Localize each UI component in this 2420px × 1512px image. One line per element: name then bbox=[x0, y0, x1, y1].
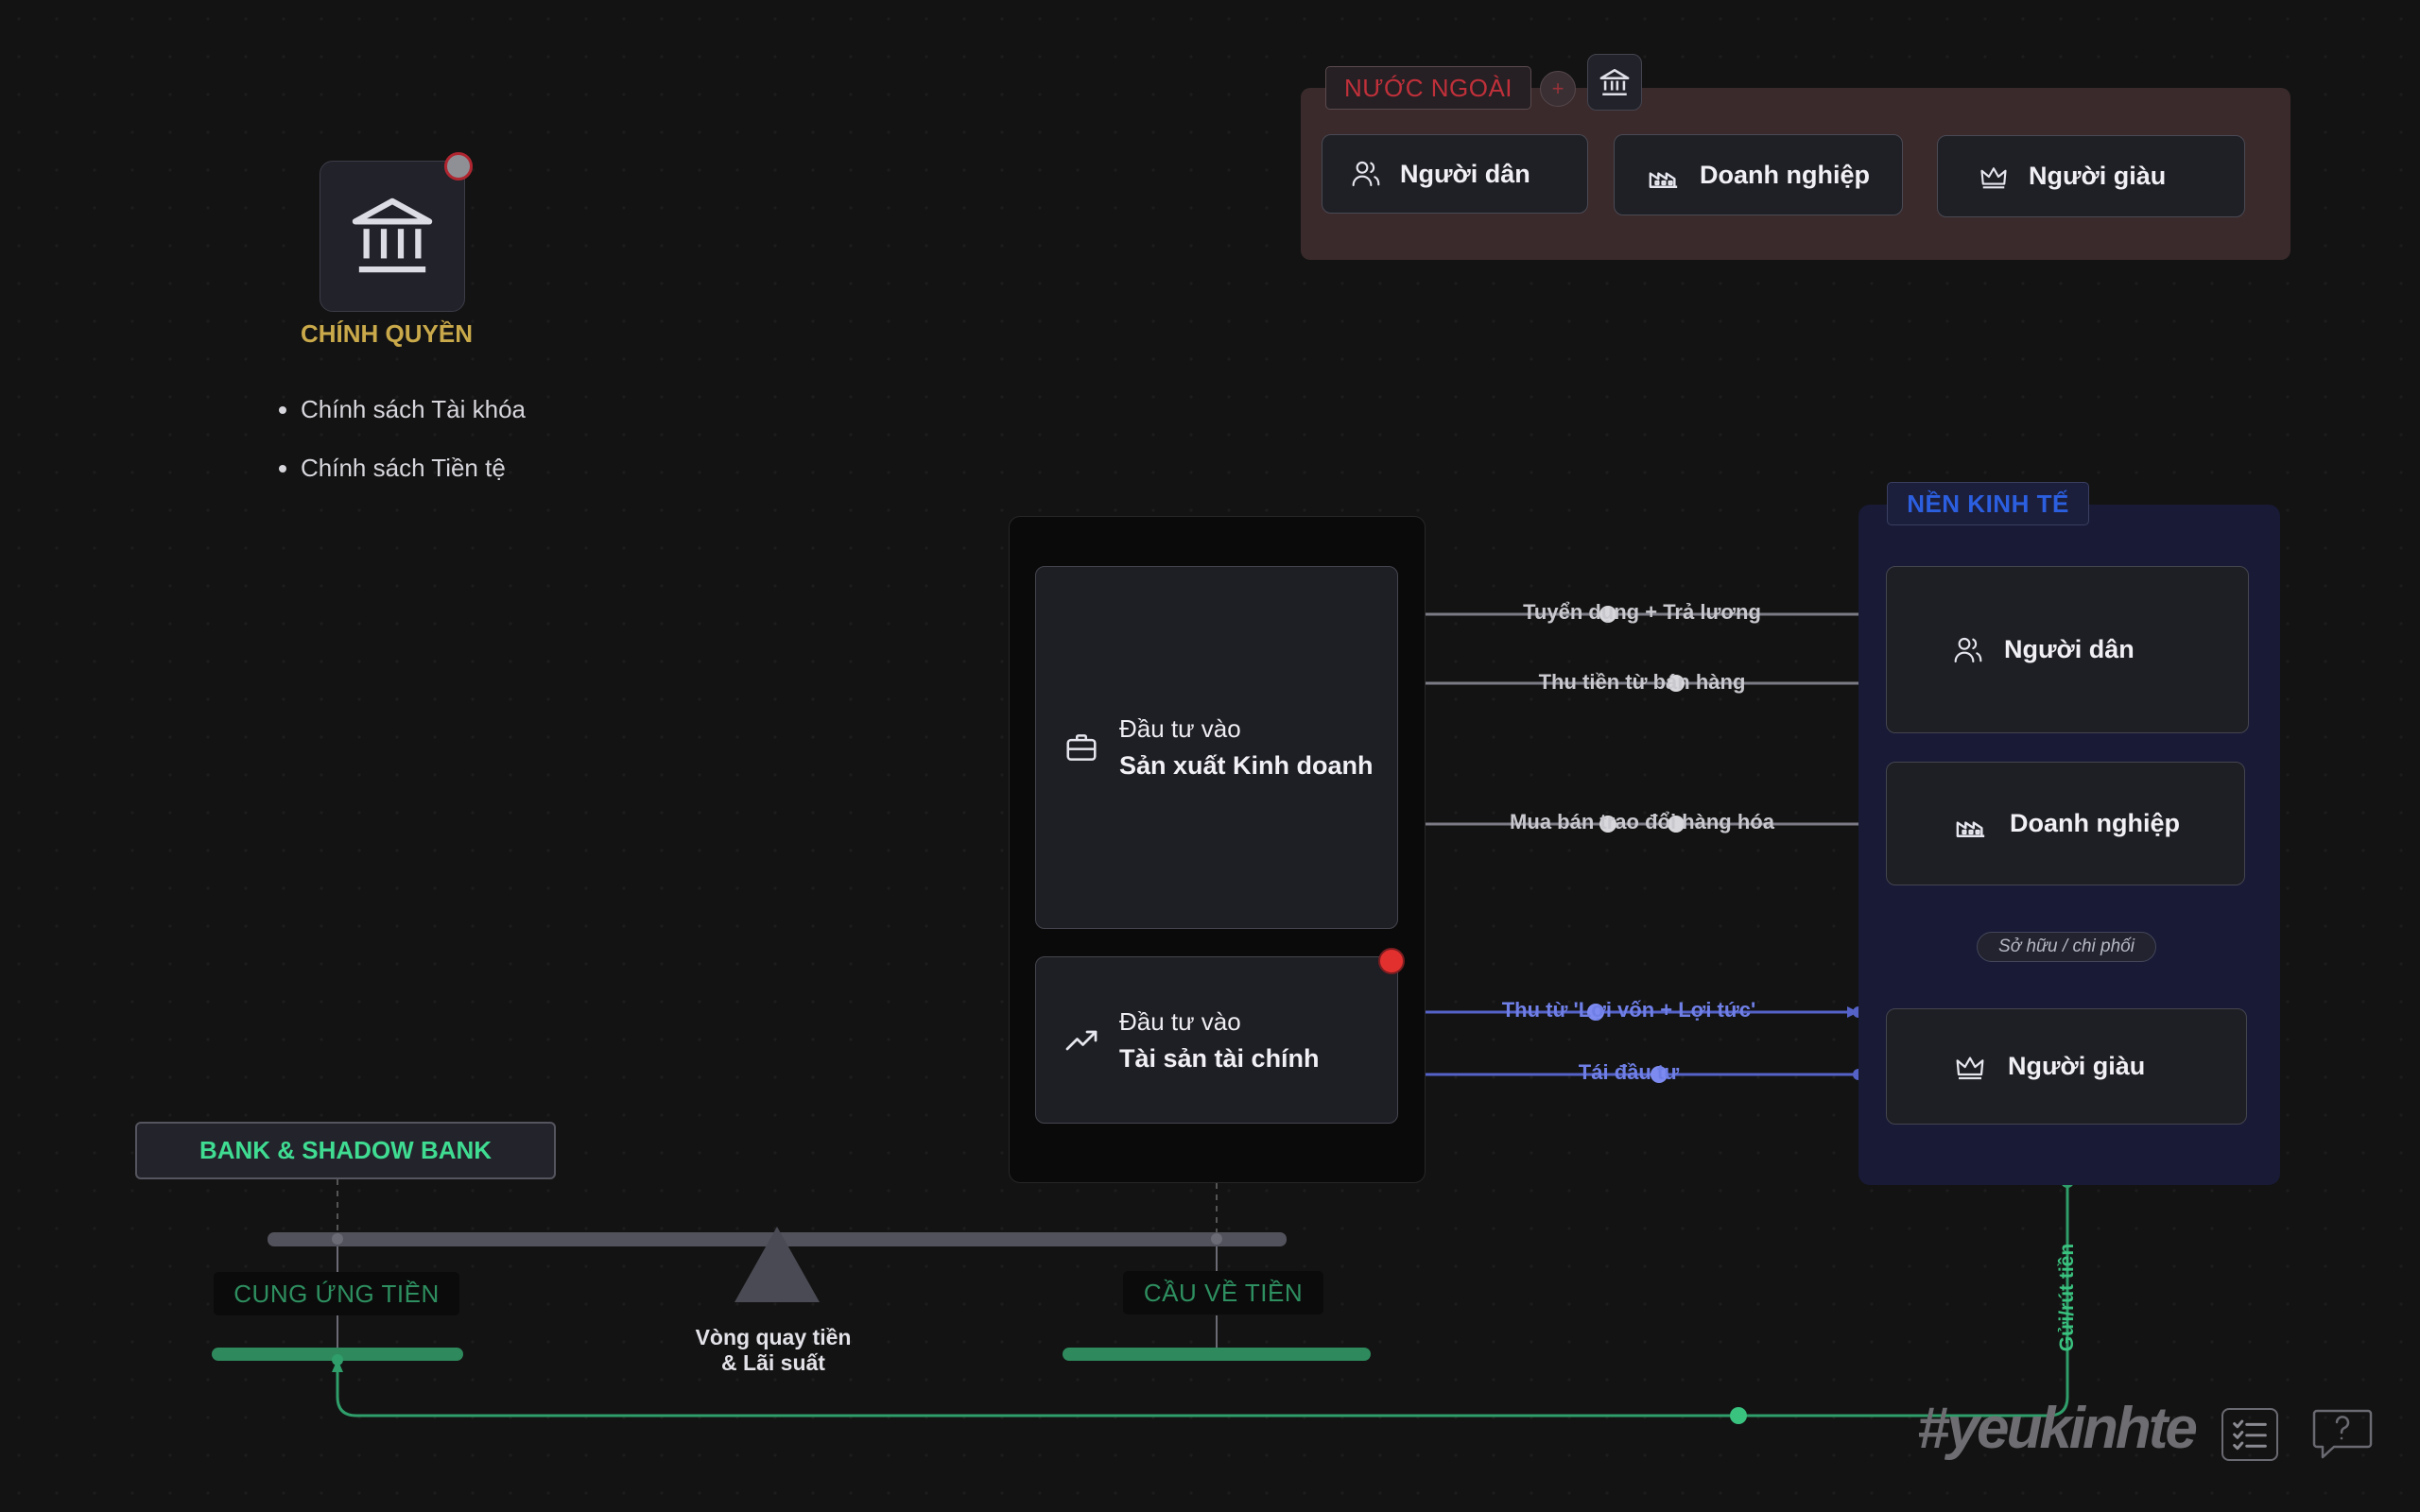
pivot-label-line1: Vòng quay tiền bbox=[695, 1325, 852, 1349]
demand-tag: CẦU VỀ TIỀN bbox=[1123, 1271, 1323, 1314]
bank-title: BANK & SHADOW BANK bbox=[199, 1136, 493, 1164]
briefcase-icon bbox=[1063, 730, 1100, 765]
crown-icon bbox=[1978, 163, 2010, 191]
supply-tag: CUNG ỨNG TIỀN bbox=[214, 1272, 459, 1315]
foreign-add-button[interactable]: + bbox=[1540, 71, 1576, 107]
financial-line2: Tài sản tài chính bbox=[1119, 1043, 1320, 1073]
flow-sales-label: Thu tiền từ bán hàng bbox=[1538, 670, 1746, 694]
help-button[interactable] bbox=[2311, 1408, 2374, 1461]
help-icon bbox=[2311, 1408, 2374, 1461]
checklist-button[interactable] bbox=[2221, 1408, 2278, 1461]
economy-tag-label: NỀN KINH TẾ bbox=[1907, 489, 2069, 518]
business-label: Doanh nghiệp bbox=[2010, 809, 2180, 837]
government-status-dot bbox=[444, 152, 473, 180]
people-node[interactable]: Người dân bbox=[1886, 566, 2249, 733]
foreign-tag: NƯỚC NGOÀI bbox=[1325, 66, 1531, 110]
demand-bar bbox=[1063, 1348, 1371, 1361]
foreign-people-node[interactable]: Người dân bbox=[1322, 134, 1588, 214]
production-line1: Đầu tư vào bbox=[1119, 714, 1241, 743]
foreign-business-label: Doanh nghiệp bbox=[1700, 160, 1870, 189]
people-label: Người dân bbox=[2004, 635, 2135, 663]
people-icon bbox=[1351, 159, 1381, 189]
supply-label: CUNG ỨNG TIỀN bbox=[233, 1279, 440, 1308]
pivot-label-line2: & Lãi suất bbox=[721, 1350, 825, 1375]
flow-capital-gain-label: Thu từ 'Lợi vốn + Lợi tức' bbox=[1501, 998, 1756, 1022]
ownership-label-text: Sở hữu / chi phối bbox=[1998, 936, 2135, 956]
financial-status-dot bbox=[1378, 948, 1405, 974]
trending-up-icon bbox=[1063, 1023, 1100, 1057]
bank-icon bbox=[347, 196, 438, 277]
production-line2: Sản xuất Kinh doanh bbox=[1119, 751, 1374, 780]
production-investment-node[interactable]: Đầu tư vào Sản xuất Kinh doanh bbox=[1035, 566, 1398, 929]
factory-icon bbox=[1953, 808, 1989, 840]
pivot-label: Vòng quay tiền & Lãi suất bbox=[679, 1325, 868, 1376]
financial-investment-node[interactable]: Đầu tư vào Tài sản tài chính bbox=[1035, 956, 1398, 1124]
policy-item: Chính sách Tiền tệ bbox=[301, 438, 526, 497]
economy-tag: NỀN KINH TẾ bbox=[1887, 482, 2089, 525]
bank-node[interactable]: BANK & SHADOW BANK bbox=[135, 1122, 556, 1179]
foreign-people-label: Người dân bbox=[1400, 159, 1530, 188]
policy-item: Chính sách Tài khóa bbox=[301, 380, 526, 438]
rich-node[interactable]: Người giàu bbox=[1886, 1008, 2247, 1125]
government-node[interactable] bbox=[320, 161, 465, 312]
policy-list: Chính sách Tài khóa Chính sách Tiền tệ bbox=[274, 380, 526, 497]
business-node[interactable]: Doanh nghiệp bbox=[1886, 762, 2245, 885]
plus-icon: + bbox=[1551, 77, 1564, 100]
crown-icon bbox=[1953, 1052, 1987, 1082]
government-title: CHÍNH QUYỀN bbox=[301, 319, 474, 348]
foreign-business-node[interactable]: Doanh nghiệp bbox=[1614, 134, 1903, 215]
brand-logo: #yeukinhte bbox=[1917, 1396, 2198, 1461]
demand-label: CẦU VỀ TIỀN bbox=[1143, 1278, 1304, 1307]
rich-label: Người giàu bbox=[2008, 1052, 2146, 1080]
foreign-rich-node[interactable]: Người giàu bbox=[1937, 135, 2245, 217]
ownership-label: Sở hữu / chi phối bbox=[1977, 932, 2156, 962]
deposit-label: Gửi/rút tiền bbox=[2056, 1243, 2078, 1352]
flow-trade-label: Mua bán trao đổi hàng hóa bbox=[1510, 810, 1774, 833]
people-icon bbox=[1953, 634, 1983, 666]
factory-icon bbox=[1647, 159, 1681, 191]
checklist-icon bbox=[2231, 1418, 2269, 1452]
foreign-tag-label: NƯỚC NGOÀI bbox=[1343, 73, 1513, 102]
foreign-bank-button[interactable] bbox=[1587, 54, 1642, 111]
flow-reinvest-label: Tái đầu tư bbox=[1578, 1060, 1680, 1084]
bank-icon bbox=[1599, 66, 1631, 98]
financial-line1: Đầu tư vào bbox=[1119, 1006, 1241, 1036]
flow-hire-label: Tuyển dụng + Trả lương bbox=[1523, 600, 1761, 624]
foreign-rich-label: Người giàu bbox=[2029, 162, 2167, 190]
